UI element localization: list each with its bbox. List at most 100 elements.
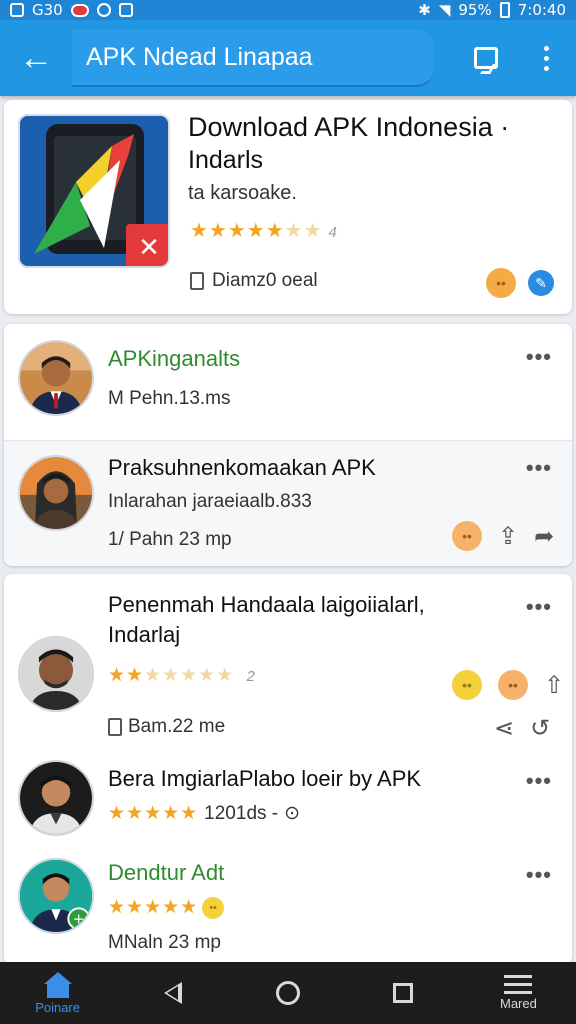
- recents-button[interactable]: [346, 962, 461, 1024]
- more-options-icon[interactable]: •••: [526, 862, 552, 888]
- avatar: [18, 455, 94, 531]
- app-footer-text: Diamz0 oeal: [212, 270, 318, 291]
- list-item-time: 1/ Pahn 23 mp: [108, 529, 232, 550]
- list-item-title-line2: Indarlaj: [108, 622, 181, 647]
- like-icon[interactable]: ⇧: [544, 671, 564, 700]
- back-button[interactable]: ←: [0, 20, 72, 96]
- app-developer: ta karsoake.: [188, 182, 297, 204]
- overflow-menu-button[interactable]: [516, 20, 576, 96]
- list-item-time-row: Bam.22 me: [108, 716, 225, 738]
- more-options-icon[interactable]: •••: [526, 768, 552, 794]
- star-icon: ★★: [108, 665, 145, 686]
- list-item-title: Praksuhnenkomaakan APK: [108, 455, 376, 480]
- emoji-icon[interactable]: ••: [452, 521, 482, 551]
- bluetooth-icon: ✱: [418, 1, 431, 19]
- notification-red-icon: [70, 3, 89, 17]
- app-title: Download APK Indonesia ·: [188, 112, 510, 142]
- more-options-icon[interactable]: •••: [526, 344, 552, 370]
- app-logo: ✕: [18, 114, 170, 268]
- star-icon: ★★★★★: [108, 897, 199, 918]
- list-item-title: APKinganalts: [108, 346, 241, 371]
- system-home-button[interactable]: [230, 962, 345, 1024]
- list-item-meta-row: ★★★★★ 1201ds - ⊙: [108, 802, 300, 825]
- svg-text:✕: ✕: [138, 233, 160, 263]
- avatar: [18, 340, 94, 416]
- back-triangle-icon: [163, 982, 182, 1004]
- list-item[interactable]: APKinganalts M Pehn.13.ms •••: [4, 324, 572, 440]
- list-item[interactable]: + Dendtur Adt ★★★★★ •• MNaln 23 mp •••: [4, 850, 572, 964]
- emoji-icon[interactable]: ••: [498, 670, 528, 700]
- more-options-icon[interactable]: •••: [526, 455, 552, 481]
- carrier-text: G30: [32, 1, 63, 19]
- nav-menu-button[interactable]: Mared: [461, 962, 576, 1024]
- app-detail-card[interactable]: ✕ Download APK Indonesia · Indarls ta ka…: [4, 100, 572, 314]
- download-count-icon: [108, 718, 122, 736]
- app-subtitle: Indarls: [188, 146, 264, 174]
- message-button[interactable]: [456, 20, 516, 96]
- edit-icon[interactable]: ✎: [528, 270, 554, 296]
- download-count-icon: [190, 272, 204, 290]
- more-vertical-icon: [543, 45, 549, 71]
- list-item-rating-row: ★★★★★ ••: [108, 896, 225, 919]
- share-icon[interactable]: ⇪: [498, 522, 518, 551]
- star-icon: ★★: [284, 220, 323, 242]
- action-row: •• •• ⇧: [452, 670, 564, 700]
- review-card: APKinganalts M Pehn.13.ms ••• Praksuhnen…: [4, 324, 572, 566]
- star-icon: ★★★★★: [190, 220, 285, 242]
- emoji-icon[interactable]: ••: [452, 670, 482, 700]
- star-icon: ★★★★★: [108, 803, 199, 824]
- back-arrow-icon: ←: [19, 38, 53, 77]
- status-bar: G30 ✱ ◥ 95% 7:0:40: [0, 0, 576, 20]
- star-icon: ★★★★★: [144, 665, 235, 686]
- clock: 7:0:40: [517, 1, 566, 19]
- list-item-subtitle: Inlarahan jaraeiaalb.833: [108, 491, 312, 512]
- list-item[interactable]: Bera ImgiarlaPlabo loeir by APK ★★★★★ 12…: [4, 754, 572, 850]
- list-item-meta: 1201ds -: [204, 802, 279, 824]
- system-back-button[interactable]: [115, 962, 230, 1024]
- share-icon[interactable]: ⋖: [494, 714, 514, 743]
- list-item-subtitle: M Pehn.13.ms: [108, 388, 231, 409]
- list-item-title: Dendtur Adt: [108, 860, 225, 885]
- wifi-icon: ◥: [438, 1, 451, 19]
- review-card: Penenmah Handaala laigoiialarl, Indarlaj…: [4, 574, 572, 964]
- nav-home-button[interactable]: Poinare: [0, 962, 115, 1024]
- battery-icon: [499, 2, 510, 18]
- avatar: +: [18, 858, 94, 934]
- rating-value: 2: [246, 668, 256, 685]
- list-item-title: Penenmah Handaala laigoiialarl,: [108, 592, 425, 617]
- app-rating: ★★★★★★★ 4: [190, 218, 338, 243]
- battery-level: 95%: [458, 1, 492, 19]
- forward-icon[interactable]: ➦: [534, 522, 554, 551]
- app-footer-info: Diamz0 oeal: [190, 270, 318, 292]
- more-options-icon[interactable]: •••: [526, 594, 552, 620]
- action-row: •• ⇪ ➦: [452, 521, 554, 551]
- emoji-icon: ••: [202, 896, 225, 919]
- rating-stars: ★★★★★★★ 2: [108, 664, 256, 687]
- svg-text:+: +: [73, 911, 85, 927]
- app-bar-title[interactable]: APK Ndead Linapaa: [72, 29, 434, 87]
- circle-home-icon: [276, 981, 300, 1005]
- avatar: [18, 636, 94, 712]
- avatar: [18, 760, 94, 836]
- reply-icon[interactable]: ↺: [530, 714, 550, 743]
- rating-count: 4: [328, 224, 338, 241]
- clock-icon: ⊙: [284, 803, 301, 824]
- list-item-time: Bam.22 me: [128, 716, 226, 737]
- nav-menu-label: Mared: [499, 996, 537, 1011]
- emoji-icon[interactable]: ••: [486, 268, 516, 298]
- list-item[interactable]: Penenmah Handaala laigoiialarl, Indarlaj…: [4, 574, 572, 754]
- app-bar-title-text: APK Ndead Linapaa: [86, 42, 313, 71]
- menu-icon: [504, 975, 533, 994]
- list-item-time: MNaln 23 mp: [108, 932, 221, 953]
- bottom-nav-bar: Poinare Mared: [0, 962, 576, 1024]
- nav-home-label: Poinare: [35, 999, 80, 1015]
- list-item[interactable]: Praksuhnenkomaakan APK Inlarahan jaraeia…: [4, 441, 572, 566]
- home-icon: [41, 971, 75, 998]
- sim-icon: [10, 3, 24, 17]
- gallery-icon: [118, 3, 133, 17]
- list-item-title: Bera ImgiarlaPlabo loeir by APK: [108, 766, 422, 791]
- recents-square-icon: [393, 983, 414, 1003]
- app-notification-icon: [96, 3, 111, 17]
- action-row: ⋖ ↺: [494, 714, 550, 743]
- app-bar: ← APK Ndead Linapaa: [0, 20, 576, 96]
